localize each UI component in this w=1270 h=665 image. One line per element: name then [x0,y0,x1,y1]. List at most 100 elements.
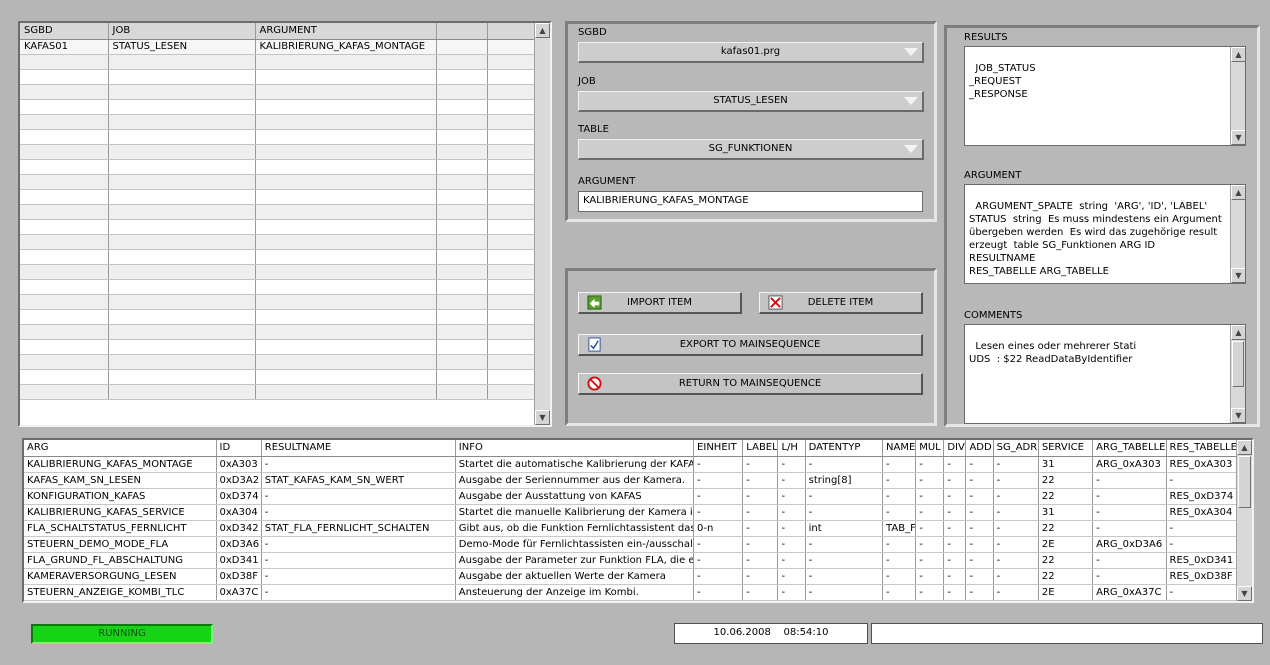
table-row[interactable]: KALIBRIERUNG_KAFAS_SERVICE 0xA304- Startet… [24,504,1238,521]
column-header[interactable]: INFO [455,440,695,457]
column-header[interactable] [487,23,537,40]
column-header[interactable]: SG_ADR [993,440,1039,457]
column-header[interactable]: RES_TABELLE [1166,440,1238,457]
table-row[interactable] [20,264,537,280]
return-mainsequence-button[interactable]: RETURN TO MAINSEQUENCE [578,373,923,395]
table-cell [255,84,437,100]
table-row[interactable] [20,324,537,340]
table-cell: 0xD3A6 [216,536,262,553]
table-cell [436,294,488,310]
column-header[interactable]: EINHEIT [693,440,744,457]
table-row[interactable]: KAFAS_KAM_SN_LESEN 0xD3A2 STAT_KAFAS_KAM_S… [24,472,1238,489]
table-row[interactable] [20,159,537,175]
table-row[interactable]: KAFAS01 STATUS_LESEN KALIBRIERUNG_KAFAS_MO… [20,39,537,55]
column-header[interactable]: MUL [915,440,945,457]
job-select[interactable]: STATUS_LESEN [578,91,924,112]
table-row[interactable] [20,309,537,325]
column-header[interactable]: DATENTYP [805,440,884,457]
table-cell [108,309,256,325]
table-cell: STAT_FLA_FERNLICHT_SCHALTEN [261,520,456,537]
table-row[interactable] [20,234,537,250]
column-header[interactable]: DIV [943,440,967,457]
table-row[interactable] [20,249,537,265]
export-mainsequence-button[interactable]: EXPORT TO MAINSEQUENCE [578,334,923,356]
results-textbox[interactable]: JOB_STATUS _REQUEST _RESPONSE ▲ ▼ [964,46,1246,146]
column-header[interactable] [436,23,488,40]
table-cell: - [777,584,806,601]
table-row[interactable] [20,189,537,205]
column-header[interactable]: ARGUMENT [255,23,437,40]
table-row[interactable]: STEUERN_DEMO_MODE_FLA 0xD3A6- Demo-Mode fü… [24,536,1238,553]
argument-info-scrollbar[interactable]: ▲ ▼ [1230,185,1245,283]
table-row[interactable]: STEUERN_ANZEIGE_KOMBI_TLC 0xA37C - Ansteuer… [24,584,1238,601]
table-row[interactable]: KALIBRIERUNG_KAFAS_MONTAGE 0xA303- Startet… [24,456,1238,473]
scroll-down-icon[interactable]: ▼ [1231,268,1245,283]
column-header[interactable]: NAME [882,440,917,457]
table-select[interactable]: SG_FUNKTIONEN [578,139,924,160]
scroll-down-icon[interactable]: ▼ [535,410,550,425]
argument-input[interactable]: KALIBRIERUNG_KAFAS_MONTAGE [578,191,923,212]
scroll-up-icon[interactable]: ▲ [1231,325,1245,340]
table-row[interactable] [20,99,537,115]
table-cell [487,264,537,280]
column-header[interactable]: ID [216,440,262,457]
table-row[interactable]: KAMERAVERSORGUNG_LESEN 0xD38F - Ausgabe der… [24,568,1238,585]
table-row[interactable] [20,369,537,385]
table-row[interactable] [20,84,537,100]
table-row[interactable] [20,69,537,85]
table-cell: 0xD3A2 [216,472,262,489]
table-cell: - [777,568,806,585]
column-header[interactable]: ADD [965,440,994,457]
comments-textbox[interactable]: Lesen eines oder mehrerer Stati UDS : $2… [964,324,1246,424]
table-row[interactable]: FLA_SCHALTSTATUS_FERNLICHT 0xD342 STAT_FLA… [24,520,1238,537]
table-row[interactable] [20,174,537,190]
column-header[interactable]: SGBD [20,23,109,40]
table-row[interactable] [20,354,537,370]
column-header[interactable]: L/H [777,440,806,457]
import-item-button[interactable]: IMPORT ITEM [578,292,742,314]
table-row[interactable] [20,54,537,70]
table-cell [487,99,537,115]
table-row[interactable] [20,384,537,400]
scroll-down-icon[interactable]: ▼ [1231,408,1245,423]
table-label: TABLE [578,124,609,135]
table-cell: KALIBRIERUNG_KAFAS_MONTAGE [24,456,217,473]
table-row[interactable] [20,144,537,160]
table-row[interactable] [20,219,537,235]
scroll-thumb[interactable] [1238,456,1251,508]
functions-grid[interactable]: ARG ID RESULTNAME INFO EINHEIT LABEL L/H DATENT… [22,438,1254,603]
column-header[interactable]: JOB [108,23,256,40]
table-row[interactable] [20,294,537,310]
scroll-up-icon[interactable]: ▲ [1231,185,1245,200]
column-header[interactable]: SERVICE [1038,440,1094,457]
table-row[interactable] [20,339,537,355]
table-cell: - [943,472,967,489]
sgbd-job-grid[interactable]: SGBD JOB ARGUMENT KAFAS01 STATUS_LESEN KALIB… [18,21,552,427]
table-row[interactable] [20,114,537,130]
argument-info-textbox[interactable]: ARGUMENT_SPALTE string 'ARG', 'ID', 'LAB… [964,184,1246,284]
functions-scrollbar[interactable]: ▲ ▼ [1236,440,1252,601]
grid-scrollbar[interactable]: ▲ ▼ [534,23,550,425]
export-icon [588,337,601,352]
table-cell: - [693,504,744,521]
table-cell: 22 [1038,552,1094,569]
table-row[interactable]: FLA_GRUND_FL_ABSCHALTUNG 0xD341- Ausgabe d… [24,552,1238,569]
comments-scrollbar[interactable]: ▲ ▼ [1230,325,1245,423]
scroll-down-icon[interactable]: ▼ [1237,586,1252,601]
scroll-down-icon[interactable]: ▼ [1231,130,1245,145]
table-row[interactable]: KONFIGURATION_KAFAS 0xD374- Ausgabe der Au… [24,488,1238,505]
scroll-up-icon[interactable]: ▲ [1231,47,1245,62]
column-header[interactable]: ARG_TABELLE [1092,440,1167,457]
sgbd-select[interactable]: kafas01.prg [578,42,924,63]
column-header[interactable]: ARG [24,440,217,457]
scroll-thumb[interactable] [1232,341,1244,387]
table-row[interactable] [20,129,537,145]
results-scrollbar[interactable]: ▲ ▼ [1230,47,1245,145]
table-row[interactable] [20,204,537,220]
scroll-up-icon[interactable]: ▲ [1237,440,1252,455]
column-header[interactable]: RESULTNAME [261,440,456,457]
table-row[interactable] [20,279,537,295]
scroll-up-icon[interactable]: ▲ [535,23,550,38]
column-header[interactable]: LABEL [742,440,779,457]
delete-item-button[interactable]: DELETE ITEM [759,292,923,314]
